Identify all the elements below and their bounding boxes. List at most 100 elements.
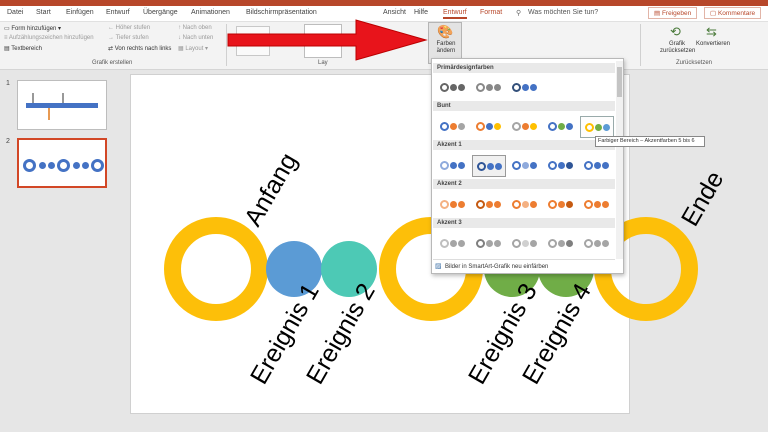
color-swatch — [584, 239, 593, 248]
convert-button[interactable]: ⇆ Konvertieren — [696, 24, 730, 60]
color-swatch — [584, 200, 593, 209]
promote-button[interactable]: ← Höher stufen — [108, 25, 150, 31]
color-swatch — [458, 84, 465, 91]
color-swatch — [522, 123, 529, 130]
color-swatch — [558, 240, 565, 247]
color-swatch — [476, 83, 485, 92]
color-swatch — [603, 124, 610, 131]
color-option[interactable] — [580, 194, 614, 216]
color-option[interactable] — [508, 194, 542, 216]
color-swatch — [548, 239, 557, 248]
add-bullet-button[interactable]: ≡ Aufzählungszeichen hinzufügen — [4, 35, 94, 41]
color-swatch — [476, 200, 485, 209]
color-swatch — [476, 239, 485, 248]
arrow-left-icon: ← — [108, 25, 116, 31]
color-swatch — [584, 161, 593, 170]
right-to-left-button[interactable]: ⇄ Von rechts nach links — [108, 45, 171, 52]
layout-button[interactable]: ▦ Layout ▾ — [178, 45, 208, 52]
color-option[interactable] — [472, 116, 506, 138]
tab-uebergaenge[interactable]: Übergänge — [143, 9, 178, 16]
color-option[interactable] — [508, 77, 542, 99]
tab-format[interactable]: Format — [480, 9, 502, 16]
color-swatch — [512, 83, 521, 92]
group-separator — [640, 24, 641, 66]
section-colorful: Bunt — [433, 101, 615, 111]
color-option[interactable] — [580, 233, 614, 255]
color-swatch — [477, 162, 486, 171]
tab-smartart-entwurf[interactable]: Entwurf — [443, 9, 467, 19]
tab-einfuegen[interactable]: Einfügen — [66, 9, 94, 16]
color-swatch — [602, 162, 609, 169]
tab-bildschirmpraesentation[interactable]: Bildschirmpräsentation — [246, 9, 317, 16]
section-primary: Primärdesignfarben — [433, 63, 615, 73]
color-swatch — [458, 240, 465, 247]
search-icon[interactable]: ⚲ — [516, 9, 521, 17]
tab-hilfe[interactable]: Hilfe — [414, 9, 428, 16]
tab-entwurf[interactable]: Entwurf — [106, 9, 130, 16]
color-option[interactable] — [580, 155, 614, 177]
color-swatch — [450, 240, 457, 247]
color-swatch — [548, 122, 557, 131]
color-swatch — [450, 201, 457, 208]
color-swatch — [440, 122, 449, 131]
color-option[interactable] — [508, 233, 542, 255]
color-swatch — [566, 201, 573, 208]
color-option[interactable] — [472, 77, 506, 99]
share-icon: ▤ — [654, 10, 662, 17]
group-label-create: Grafik erstellen — [92, 60, 133, 66]
slide-thumbnail-1[interactable] — [17, 80, 107, 130]
color-option[interactable] — [472, 155, 506, 177]
tab-animationen[interactable]: Animationen — [191, 9, 230, 16]
reset-graphic-icon: ⟲ — [670, 24, 681, 39]
start-label[interactable]: Anfang — [239, 148, 304, 231]
color-option[interactable] — [436, 77, 470, 99]
text-pane-button[interactable]: ▤ Textbereich — [4, 45, 42, 52]
color-option[interactable] — [436, 116, 470, 138]
color-swatch — [530, 240, 537, 247]
color-swatch — [458, 123, 465, 130]
color-swatch — [487, 163, 494, 170]
red-arrow-annotation — [227, 19, 428, 61]
picture-icon: ▨ — [435, 263, 442, 270]
slide-thumbnail-panel: 1 2 — [0, 70, 120, 432]
color-option[interactable] — [436, 233, 470, 255]
color-option[interactable] — [508, 155, 542, 177]
color-option[interactable] — [544, 233, 578, 255]
swap-icon: ⇄ — [108, 46, 115, 52]
slide-thumbnail-2[interactable] — [17, 138, 107, 188]
color-swatch — [558, 162, 565, 169]
color-swatch — [486, 201, 493, 208]
group-label-reset: Zurücksetzen — [676, 60, 713, 66]
horizontal-scrollbar[interactable] — [130, 418, 630, 426]
tab-ansicht[interactable]: Ansicht — [383, 9, 406, 16]
search-box[interactable]: Was möchten Sie tun? — [528, 9, 598, 16]
color-option[interactable] — [580, 116, 614, 138]
dropdown-scrollbar[interactable] — [616, 61, 623, 259]
color-option[interactable] — [508, 116, 542, 138]
demote-button[interactable]: → Tiefer stufen — [108, 35, 149, 41]
color-swatch — [512, 239, 521, 248]
color-option[interactable] — [436, 194, 470, 216]
color-option[interactable] — [472, 233, 506, 255]
color-option[interactable] — [544, 194, 578, 216]
color-swatch — [512, 200, 521, 209]
convert-icon: ⇆ — [706, 24, 717, 39]
color-option[interactable] — [544, 116, 578, 138]
color-swatch — [450, 162, 457, 169]
share-button[interactable]: ▤ Freigeben — [648, 7, 698, 19]
reset-graphic-button[interactable]: ⟲ Grafik zurücksetzen — [660, 24, 695, 60]
color-swatch — [522, 162, 529, 169]
tab-start[interactable]: Start — [36, 9, 51, 16]
color-option[interactable] — [472, 194, 506, 216]
color-option[interactable] — [544, 155, 578, 177]
color-swatch — [512, 122, 521, 131]
comments-button[interactable]: ▢ Kommentare — [704, 7, 762, 19]
add-shape-button[interactable]: ▭ Form hinzufügen ▾ — [4, 25, 61, 32]
timeline-ring-start[interactable] — [164, 217, 268, 321]
recolor-pictures-option[interactable]: ▨ Bilder in SmartArt-Grafik neu einfärbe… — [433, 259, 615, 273]
move-up-button[interactable]: ↑ Nach oben — [178, 25, 212, 31]
color-option[interactable] — [436, 155, 470, 177]
scrollbar-thumb[interactable] — [617, 67, 622, 97]
tab-datei[interactable]: Datei — [7, 9, 23, 16]
move-down-button[interactable]: ↓ Nach unten — [178, 35, 213, 41]
